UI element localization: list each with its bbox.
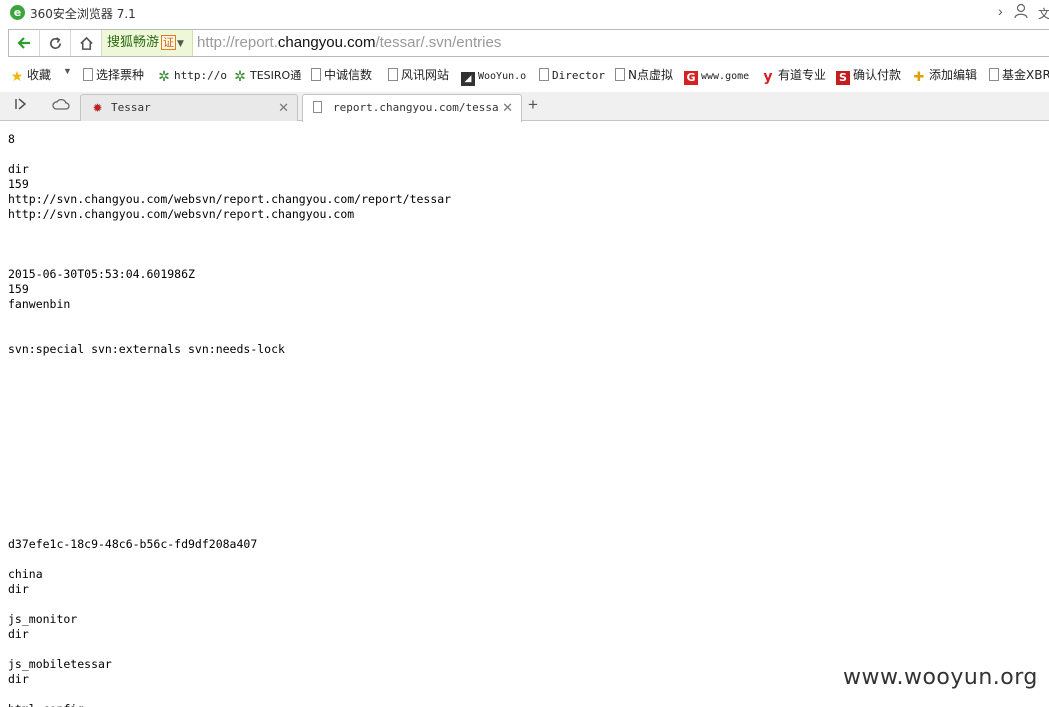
add-icon: ✚ xyxy=(913,70,925,85)
url-host: changyou.com xyxy=(277,34,376,51)
bookmark-favorites[interactable]: ★ 收藏 xyxy=(10,66,51,84)
bookmarks-bar: ★ 收藏 选择票种 ✲ http://o ✲ TESIRO通 中诚信数 风讯网站 ◢ W… xyxy=(0,62,1049,89)
tab-bar: ✹ Tessar ✕ report.changyou.com/tessar/. … xyxy=(0,92,1049,122)
search-engine-selector[interactable]: 搜狐畅游证 ▼ xyxy=(102,30,193,56)
bookmark-label: http://o xyxy=(174,69,227,82)
page-icon xyxy=(989,68,999,81)
tab-label: Tessar xyxy=(111,101,151,114)
bookmark-item[interactable]: Director xyxy=(539,66,605,84)
bookmark-label: TESIRO通 xyxy=(250,69,302,82)
bug-icon: ✹ xyxy=(92,101,103,115)
entries-line: http://svn.changyou.com/websvn/report.ch… xyxy=(8,192,452,206)
page-icon xyxy=(311,68,321,81)
wooyun-icon: ◢ xyxy=(461,72,475,86)
entries-line: fanwenbin xyxy=(8,297,71,311)
youdao-icon: y xyxy=(763,69,773,85)
bookmark-label: 中诚信数 xyxy=(324,68,373,82)
tab-label: report.changyou.com/tessar/. xyxy=(333,101,498,114)
bookmark-item[interactable]: 选择票种 xyxy=(83,66,144,84)
entries-line: dir xyxy=(8,162,29,176)
chevron-right-icon[interactable]: › xyxy=(998,3,1003,19)
entries-line: d37efe1c-18c9-48c6-b56c-fd9df208a407 xyxy=(8,537,258,551)
home-button[interactable] xyxy=(71,30,102,56)
chevron-down-icon: ▼ xyxy=(177,39,184,49)
bookmark-item[interactable]: 风讯网站 xyxy=(388,66,449,84)
url-field[interactable]: http://report.changyou.com/tessar/.svn/e… xyxy=(197,30,501,56)
entries-line: http://svn.changyou.com/websvn/report.ch… xyxy=(8,207,355,221)
new-tab-button[interactable]: + xyxy=(528,95,538,115)
watermark: www.wooyun.org xyxy=(843,665,1038,690)
entries-line: dir xyxy=(8,582,29,596)
window-title: 360安全浏览器 7.1 xyxy=(30,7,136,21)
bookmark-item[interactable]: 中诚信数 xyxy=(311,66,372,84)
gome-icon: G xyxy=(684,71,698,85)
bookmark-item[interactable]: ✲ TESIRO通 xyxy=(233,66,301,84)
entries-line: 8 xyxy=(8,132,15,146)
entries-line: 159 xyxy=(8,282,29,296)
bookmark-item[interactable]: Gwww.gome xyxy=(684,66,750,85)
bookmark-item[interactable]: y 有道专业 xyxy=(761,66,826,84)
address-bar: 搜狐畅游证 ▼ http://report.changyou.com/tessar… xyxy=(8,29,1049,57)
page-icon xyxy=(313,101,322,113)
tab-report-entries[interactable]: report.changyou.com/tessar/. ✕ xyxy=(302,94,522,122)
chevron-down-icon[interactable]: ▼ xyxy=(63,66,72,76)
search-engine-label: 搜狐畅游 xyxy=(107,35,160,50)
bookmark-item[interactable]: S 确认付款 xyxy=(836,66,902,85)
bookmark-item[interactable]: 基金XBRL xyxy=(989,66,1049,84)
title-bar: e 360安全浏览器 7.1 › 文 xyxy=(0,0,1049,26)
entries-line: 159 xyxy=(8,177,29,191)
back-button[interactable] xyxy=(9,30,40,56)
cloud-icon[interactable] xyxy=(52,97,70,114)
entries-line: dir xyxy=(8,627,29,641)
bookmark-label: 有道专业 xyxy=(778,68,827,82)
window-menu-text[interactable]: 文 xyxy=(1038,5,1049,22)
bookmark-item[interactable]: ◢ WooYun.o xyxy=(461,66,527,86)
reload-button[interactable] xyxy=(40,30,71,56)
page-content: 8 dir 159 http://svn.changyou.com/websvn/re… xyxy=(0,122,1049,707)
entries-line: html_config xyxy=(8,702,84,707)
entries-line: 2015-06-30T05:53:04.601986Z xyxy=(8,267,195,281)
bookmark-label: WooYun.o xyxy=(478,71,527,82)
page-icon xyxy=(388,68,398,81)
entries-line: js_mobiletessar xyxy=(8,657,112,671)
bookmark-label: 确认付款 xyxy=(853,68,902,82)
page-icon xyxy=(83,68,93,81)
certificate-badge[interactable]: 证 xyxy=(161,35,177,50)
bookmark-label: 选择票种 xyxy=(96,68,145,82)
browser-logo-icon: e xyxy=(10,5,25,20)
gear-icon: ✲ xyxy=(158,69,170,85)
bookmark-label: 风讯网站 xyxy=(401,68,450,82)
entries-line: js_monitor xyxy=(8,612,78,626)
bookmark-item[interactable]: ✚ 添加编辑 xyxy=(912,66,978,85)
user-icon[interactable] xyxy=(1014,3,1028,22)
bookmark-label: www.gome xyxy=(701,71,750,82)
bookmark-label: Director xyxy=(552,69,605,82)
favorites-icon: ★ xyxy=(10,69,24,85)
url-prefix: http://report. xyxy=(197,34,278,51)
bookmark-item[interactable]: N点虚拟 xyxy=(615,66,673,84)
sidebar-toggle-icon[interactable] xyxy=(14,97,28,114)
bookmark-label: 收藏 xyxy=(27,68,52,82)
entries-line: dir xyxy=(8,672,29,686)
page-icon xyxy=(615,68,625,81)
bookmark-label: 基金XBRL xyxy=(1002,68,1049,82)
url-path: /tessar/.svn/entries xyxy=(375,34,502,51)
bookmark-label: N点虚拟 xyxy=(628,68,673,82)
close-icon[interactable]: ✕ xyxy=(278,100,289,116)
close-icon[interactable]: ✕ xyxy=(502,100,513,116)
entries-line: china xyxy=(8,567,43,581)
gear-icon: ✲ xyxy=(234,69,246,85)
page-icon xyxy=(539,68,549,81)
entries-line: svn:special svn:externals svn:needs-lock xyxy=(8,342,285,356)
bookmark-label: 添加编辑 xyxy=(929,68,978,82)
navigation-toolbar: 搜狐畅游证 ▼ http://report.changyou.com/tessar… xyxy=(0,27,1049,59)
s-icon: S xyxy=(836,71,850,85)
tab-tessar[interactable]: ✹ Tessar ✕ xyxy=(80,94,298,121)
bookmark-item[interactable]: ✲ http://o xyxy=(157,66,227,84)
